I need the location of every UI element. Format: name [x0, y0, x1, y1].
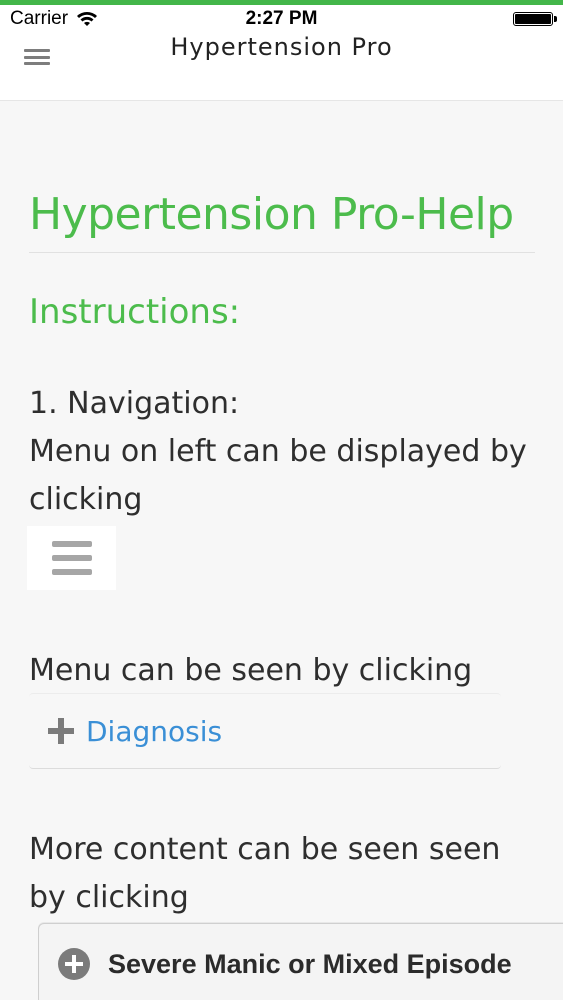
status-bar: Carrier 2:27 PM: [0, 5, 563, 33]
navigation-step-title: 1. Navigation:: [29, 386, 240, 421]
navigation-step-line1: Menu on left can be displayed by: [29, 434, 527, 469]
episode-accordion[interactable]: Severe Manic or Mixed Episode: [38, 923, 563, 1000]
circle-plus-icon: [58, 948, 90, 980]
screen: Carrier 2:27 PM Hypertension Pro Hyperte…: [0, 0, 563, 1000]
battery-icon: [513, 12, 557, 26]
diagnosis-link[interactable]: Diagnosis: [86, 715, 222, 748]
page-title: Hypertension Pro-Help: [29, 189, 514, 240]
diagnosis-accordion[interactable]: Diagnosis: [29, 693, 501, 769]
more-content-line2: by clicking: [29, 880, 189, 915]
more-content-line1: More content can be seen seen: [29, 832, 501, 867]
help-content: Hypertension Pro-Help Instructions: 1. N…: [0, 101, 563, 1000]
app-title: Hypertension Pro: [170, 33, 393, 61]
navigation-step-line2: clicking: [29, 482, 143, 517]
heading-divider: [29, 252, 535, 253]
section-heading: Instructions:: [29, 292, 241, 332]
episode-label: Severe Manic or Mixed Episode: [108, 948, 512, 979]
menu-demo-icon[interactable]: [27, 526, 116, 590]
navigation-bar: Hypertension Pro: [0, 33, 563, 101]
plus-icon: [48, 718, 74, 744]
menu-seen-text: Menu can be seen by clicking: [29, 653, 473, 688]
status-time: 2:27 PM: [245, 8, 318, 29]
